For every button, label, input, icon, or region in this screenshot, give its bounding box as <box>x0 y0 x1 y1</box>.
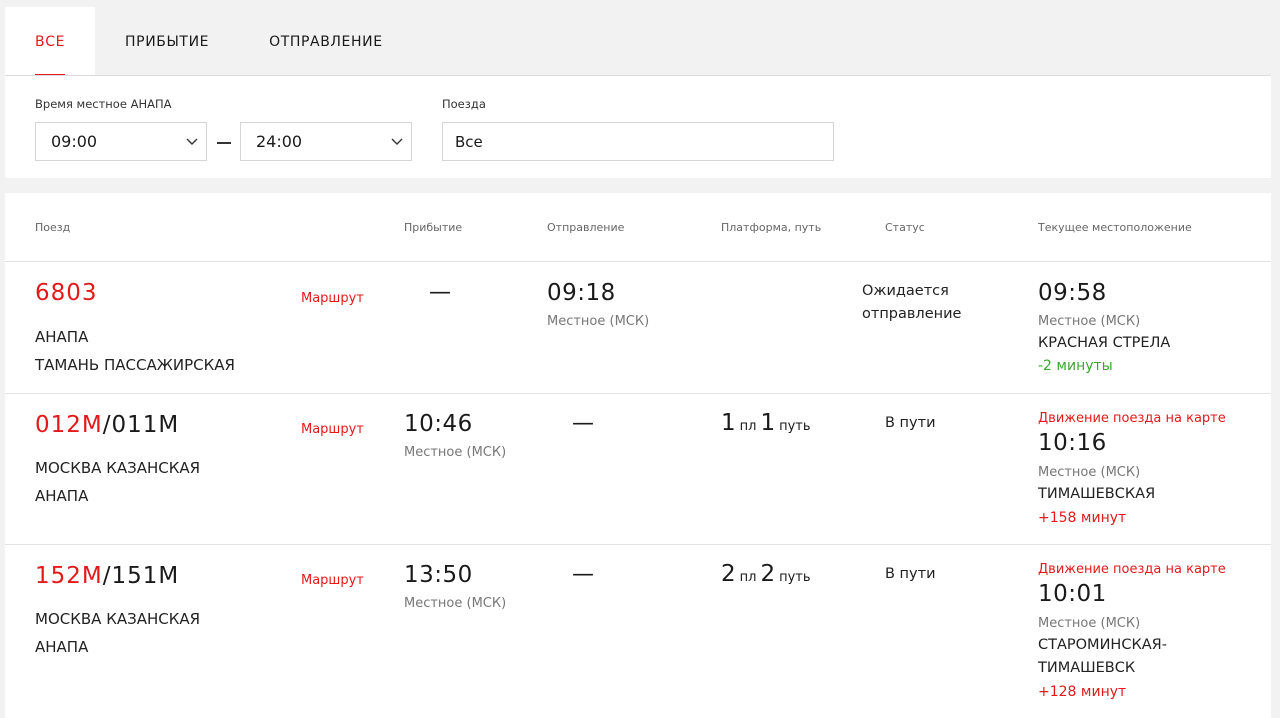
location-station-line-2: ТИМАШЕВСК <box>1038 660 1136 676</box>
arrival-timezone: Местное (МСК) <box>404 596 507 611</box>
route-link[interactable]: Маршрут <box>301 573 364 588</box>
location-timezone: Местное (МСК) <box>1038 616 1141 631</box>
header-status: Статус <box>885 221 925 234</box>
station-from: МОСКВА КАЗАНСКАЯ <box>35 459 201 477</box>
train-map-link[interactable]: Движение поезда на карте <box>1038 411 1226 426</box>
station-to: АНАПА <box>35 638 89 656</box>
train-number-secondary: /011М <box>102 412 180 438</box>
delay-status: -2 минуты <box>1038 358 1113 374</box>
location-station: КРАСНАЯ СТРЕЛА <box>1038 335 1171 351</box>
train-number[interactable]: 012М/011М <box>35 412 179 438</box>
location-time: 10:16 <box>1038 430 1107 456</box>
train-number[interactable]: 6803 <box>35 280 98 306</box>
time-filter-label: Время местное АНАПА <box>35 97 172 111</box>
header-departure: Отправление <box>547 221 625 234</box>
departure-time: — <box>572 411 594 436</box>
schedule-table: Поезд Прибытие Отправление Платформа, пу… <box>5 193 1271 718</box>
route-link[interactable]: Маршрут <box>301 291 364 306</box>
filter-panel: Время местное АНАПА 09:00 24:00 Поезда В… <box>5 76 1271 178</box>
tab-arrival[interactable]: ПРИБЫТИЕ <box>95 7 239 76</box>
train-number-primary: 152М <box>35 563 103 589</box>
header-arrival: Прибытие <box>404 221 463 234</box>
arrival-time: 10:46 <box>404 411 473 437</box>
status-line-2: отправление <box>862 306 962 322</box>
time-to-value: 24:00 <box>256 132 303 151</box>
platform-track: 2 пл 2 путь <box>721 561 815 587</box>
departure-time: 09:18 <box>547 280 616 306</box>
chevron-down-icon <box>186 138 198 145</box>
location-station-line-1: СТАРОМИНСКАЯ- <box>1038 637 1167 653</box>
train-status: В пути <box>885 412 936 435</box>
tab-arrival-label: ПРИБЫТИЕ <box>125 33 210 50</box>
location-timezone: Местное (МСК) <box>1038 314 1141 329</box>
header-location: Текущее местоположение <box>1038 221 1192 234</box>
table-row: 152М/151М МОСКВА КАЗАНСКАЯ АНАПА Маршрут… <box>5 545 1271 715</box>
chevron-down-icon <box>391 138 403 145</box>
platform-track: 1 пл 1 путь <box>721 410 815 436</box>
station-from: МОСКВА КАЗАНСКАЯ <box>35 610 201 628</box>
platform-label: пл <box>739 419 757 434</box>
platform-label: пл <box>739 570 757 585</box>
table-row: 012М/011М МОСКВА КАЗАНСКАЯ АНАПА Маршрут… <box>5 394 1271 544</box>
status-line-1: Ожидается <box>862 283 949 299</box>
train-number-primary: 012М <box>35 412 103 438</box>
tab-bar: ВСЕ ПРИБЫТИЕ ОТПРАВЛЕНИЕ <box>5 7 1271 76</box>
location-timezone: Местное (МСК) <box>1038 465 1141 480</box>
time-from-select[interactable]: 09:00 <box>35 122 207 161</box>
trains-filter-label: Поезда <box>442 97 486 111</box>
track-number: 2 <box>760 561 776 587</box>
status-line-1: В пути <box>885 566 936 582</box>
track-label: путь <box>779 570 811 585</box>
location-time: 09:58 <box>1038 280 1107 306</box>
departure-time: — <box>572 562 594 587</box>
header-train: Поезд <box>35 221 71 234</box>
train-status: В пути <box>885 563 936 586</box>
location-station: ТИМАШЕВСКАЯ <box>1038 486 1156 502</box>
arrival-time: 13:50 <box>404 562 473 588</box>
tab-departure[interactable]: ОТПРАВЛЕНИЕ <box>239 7 413 76</box>
train-map-link[interactable]: Движение поезда на карте <box>1038 562 1226 577</box>
table-row: 6803 АНАПА ТАМАНЬ ПАССАЖИРСКАЯ Маршрут —… <box>5 262 1271 393</box>
station-to: ТАМАНЬ ПАССАЖИРСКАЯ <box>35 356 235 374</box>
status-line-1: В пути <box>885 415 936 431</box>
train-status: Ожидается отправление <box>862 280 961 326</box>
route-link[interactable]: Маршрут <box>301 422 364 437</box>
platform-number: 2 <box>721 561 736 587</box>
departure-timezone: Местное (МСК) <box>547 314 650 329</box>
delay-status: +158 минут <box>1038 510 1127 526</box>
station-from: АНАПА <box>35 328 89 346</box>
time-range-dash <box>217 142 231 144</box>
track-number: 1 <box>760 410 776 436</box>
platform-number: 1 <box>721 410 736 436</box>
arrival-time: — <box>429 280 451 305</box>
trains-value: Все <box>455 132 483 151</box>
tab-all-label: ВСЕ <box>35 33 66 50</box>
trains-select[interactable]: Все <box>442 122 834 161</box>
train-number-secondary: /151М <box>102 563 180 589</box>
location-station: СТАРОМИНСКАЯ- ТИМАШЕВСК <box>1038 634 1167 680</box>
time-from-value: 09:00 <box>51 132 98 151</box>
time-to-select[interactable]: 24:00 <box>240 122 412 161</box>
delay-status: +128 минут <box>1038 684 1127 700</box>
tab-departure-label: ОТПРАВЛЕНИЕ <box>269 33 383 50</box>
station-to: АНАПА <box>35 487 89 505</box>
arrival-timezone: Местное (МСК) <box>404 445 507 460</box>
train-number[interactable]: 152М/151М <box>35 563 179 589</box>
track-label: путь <box>779 419 811 434</box>
location-time: 10:01 <box>1038 581 1107 607</box>
header-platform: Платформа, путь <box>721 221 822 234</box>
tab-all[interactable]: ВСЕ <box>5 7 96 76</box>
train-number-primary: 6803 <box>35 280 98 306</box>
